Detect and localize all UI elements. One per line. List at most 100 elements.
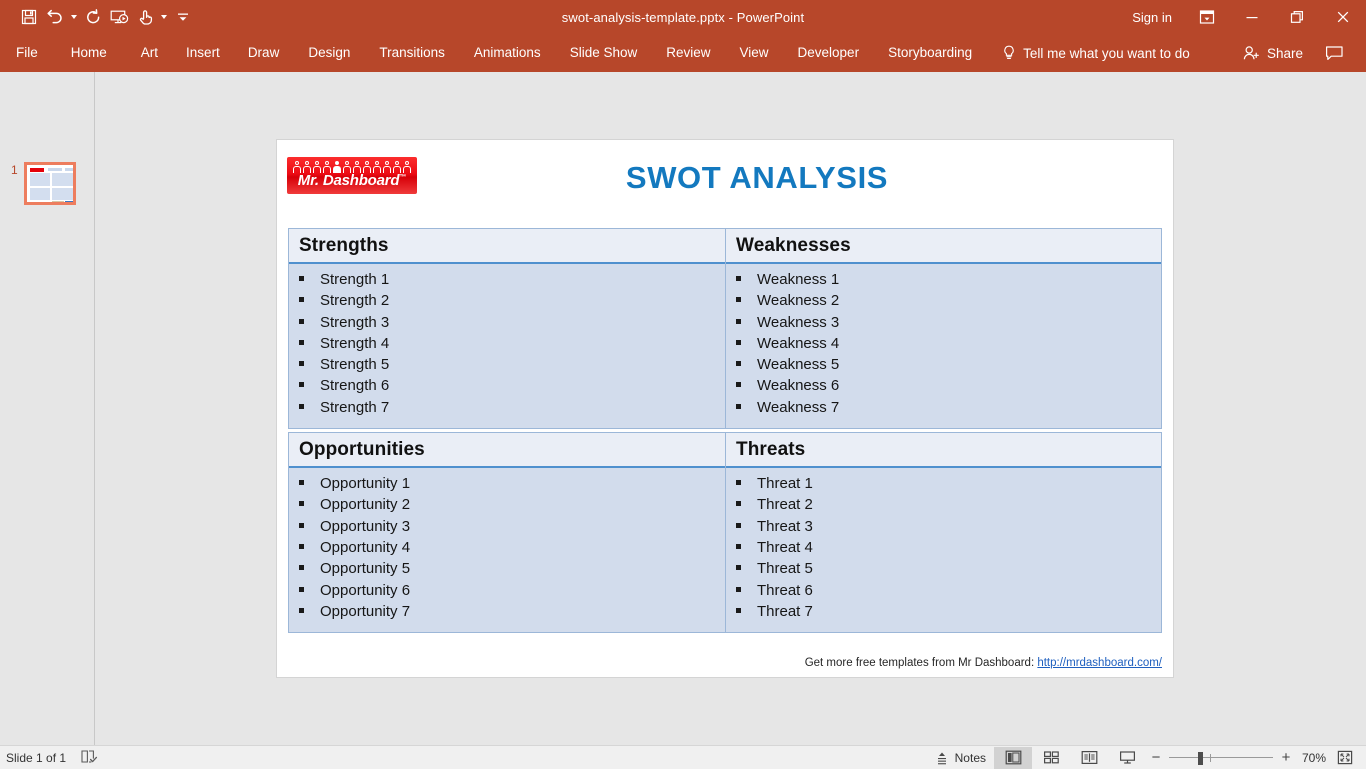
tab-insert[interactable]: Insert	[186, 34, 220, 72]
accessibility-checker-icon	[80, 749, 98, 764]
zoom-slider-track	[1169, 757, 1273, 758]
redo-button[interactable]	[80, 4, 106, 30]
list-item: Strength 1	[289, 271, 725, 292]
undo-dropdown-button[interactable]	[68, 4, 80, 30]
quadrant-body-opportunities[interactable]: Opportunity 1 Opportunity 2 Opportunity …	[289, 468, 725, 633]
list-item-label: Opportunity 2	[320, 496, 410, 513]
tab-draw[interactable]: Draw	[248, 34, 280, 72]
logo-text: Mr. Dashboard™	[287, 172, 417, 189]
touch-mode-dropdown-button[interactable]	[158, 4, 170, 30]
ribbon-display-options-button[interactable]	[1184, 0, 1229, 34]
list-item-label: Opportunity 6	[320, 582, 410, 599]
chevron-down-icon	[161, 15, 167, 19]
normal-view-button[interactable]	[994, 747, 1032, 769]
list-item-label: Weakness 5	[757, 356, 839, 373]
fit-slide-to-window-button[interactable]	[1330, 747, 1360, 769]
share-button[interactable]: Share	[1235, 45, 1311, 61]
tab-view[interactable]: View	[740, 34, 769, 72]
quadrant-threats[interactable]: Threats Threat 1 Threat 2 Threat 3 Threa…	[725, 432, 1162, 633]
thumbnail-title-mark-2	[65, 168, 73, 171]
quadrant-weaknesses[interactable]: Weaknesses Weakness 1 Weakness 2 Weaknes…	[725, 228, 1162, 429]
ribbon-right-actions: Share	[1235, 45, 1366, 61]
list-item: Weakness 2	[726, 292, 1161, 313]
zoom-level-label[interactable]: 70%	[1296, 751, 1330, 765]
quadrant-strengths[interactable]: Strengths Strength 1 Strength 2 Strength…	[288, 228, 725, 429]
quadrant-header-opportunities: Opportunities	[289, 432, 725, 468]
zoom-slider-handle[interactable]	[1198, 752, 1203, 765]
swot-row-bottom: Opportunities Opportunity 1 Opportunity …	[288, 432, 1162, 633]
tab-review[interactable]: Review	[666, 34, 710, 72]
slide-editing-surface[interactable]: Mr. Dashboard™ SWOT ANALYSIS Strengths	[277, 140, 1173, 677]
slide-show-button[interactable]	[1108, 747, 1146, 769]
tab-animations[interactable]: Animations	[474, 34, 541, 72]
undo-button[interactable]	[42, 4, 68, 30]
slide-thumbnail-pane[interactable]: 1	[0, 72, 95, 745]
quadrant-body-strengths[interactable]: Strength 1 Strength 2 Strength 3 Strengt…	[289, 264, 725, 429]
tab-slide-show[interactable]: Slide Show	[570, 34, 638, 72]
list-item-label: Threat 1	[757, 475, 813, 492]
zoom-out-button[interactable]: −	[1150, 749, 1162, 766]
tab-home[interactable]: Home	[71, 34, 107, 72]
mrdashboard-link[interactable]: http://mrdashboard.com/	[1037, 657, 1162, 669]
quadrant-opportunities[interactable]: Opportunities Opportunity 1 Opportunity …	[288, 432, 725, 633]
restore-button[interactable]	[1274, 0, 1319, 34]
tell-me-search[interactable]: Tell me what you want to do	[1002, 45, 1190, 61]
list-item-label: Weakness 1	[757, 271, 839, 288]
list-item: Opportunity 7	[289, 603, 725, 624]
slide-counter[interactable]: Slide 1 of 1	[6, 751, 66, 765]
slide-sorter-view-button[interactable]	[1032, 747, 1070, 769]
tab-transitions[interactable]: Transitions	[379, 34, 445, 72]
list-item-label: Weakness 7	[757, 399, 839, 416]
tab-storyboarding[interactable]: Storyboarding	[888, 34, 972, 72]
tab-file[interactable]: File	[16, 34, 38, 72]
mr-dashboard-logo[interactable]: Mr. Dashboard™	[287, 157, 417, 194]
zoom-control[interactable]: − +	[1146, 749, 1296, 766]
minimize-icon	[1244, 9, 1260, 25]
notes-button[interactable]: Notes	[927, 747, 994, 769]
slide-canvas[interactable]: Mr. Dashboard™ SWOT ANALYSIS Strengths	[95, 72, 1366, 745]
slide-thumbnail-1[interactable]	[24, 162, 76, 205]
sign-in-button[interactable]: Sign in	[1120, 10, 1184, 25]
comments-button[interactable]	[1315, 45, 1354, 61]
list-item-label: Weakness 3	[757, 314, 839, 331]
trademark-icon: ™	[399, 174, 406, 181]
chevron-down-icon	[71, 15, 77, 19]
lightbulb-icon	[1002, 45, 1016, 61]
thumbnail-quadrant-3	[30, 188, 50, 200]
tab-design[interactable]: Design	[308, 34, 350, 72]
list-item-label: Threat 7	[757, 603, 813, 620]
tab-art[interactable]: Art	[141, 34, 158, 72]
ribbon-tab-bar: File Home Art Insert Draw Design Transit…	[0, 34, 1366, 72]
close-icon	[1335, 9, 1351, 25]
minimize-button[interactable]	[1229, 0, 1274, 34]
list-item: Threat 4	[726, 539, 1161, 560]
list-item-label: Opportunity 3	[320, 518, 410, 535]
quadrant-title: Opportunities	[299, 439, 425, 461]
thumbnail-logo-mark	[30, 168, 44, 172]
thumbnail-quadrant-4	[52, 188, 73, 200]
list-item: Strength 3	[289, 314, 725, 335]
slide-thumbnail-number: 1	[11, 163, 18, 177]
start-from-beginning-button[interactable]	[106, 4, 132, 30]
slide-title[interactable]: SWOT ANALYSIS	[447, 160, 1067, 196]
customize-quick-access-toolbar-button[interactable]	[170, 4, 196, 30]
bullet-square-icon	[736, 480, 741, 485]
bullet-square-icon	[299, 480, 304, 485]
list-item-label: Weakness 6	[757, 377, 839, 394]
tab-developer[interactable]: Developer	[798, 34, 860, 72]
save-button[interactable]	[16, 4, 42, 30]
quadrant-body-threats[interactable]: Threat 1 Threat 2 Threat 3 Threat 4 Thre…	[726, 468, 1161, 633]
touch-mouse-mode-button[interactable]	[132, 4, 158, 30]
reading-view-button[interactable]	[1070, 747, 1108, 769]
accessibility-checker-button[interactable]	[80, 749, 98, 767]
work-area: 1	[0, 72, 1366, 745]
list-item-label: Strength 7	[320, 399, 389, 416]
bullet-square-icon	[736, 404, 741, 409]
list-item: Threat 3	[726, 518, 1161, 539]
zoom-slider[interactable]	[1169, 751, 1273, 765]
bullet-square-icon	[736, 340, 741, 345]
quadrant-body-weaknesses[interactable]: Weakness 1 Weakness 2 Weakness 3 Weaknes…	[726, 264, 1161, 429]
zoom-in-button[interactable]: +	[1280, 749, 1292, 766]
list-item-label: Threat 2	[757, 496, 813, 513]
close-button[interactable]	[1319, 0, 1366, 34]
